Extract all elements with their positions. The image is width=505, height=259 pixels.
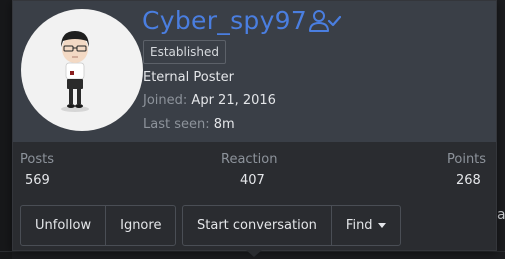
find-dropdown-button[interactable]: Find [330, 206, 400, 245]
member-tooltip-card: Cyber_spy97 Established Eternal Poster J… [12, 0, 497, 251]
avatar-figure-icon [61, 31, 89, 112]
avatar[interactable] [21, 9, 143, 131]
start-conversation-button[interactable]: Start conversation [183, 206, 331, 245]
find-label: Find [345, 218, 373, 233]
stat-posts-label: Posts [20, 152, 54, 167]
stat-reaction-label: Reaction [221, 152, 278, 167]
background-panel [0, 0, 12, 259]
tooltip-pointer [246, 250, 262, 257]
user-banner-badge: Established [143, 40, 227, 64]
last-seen-line: Last seen: 8m [143, 117, 235, 132]
stat-reaction-value: 407 [240, 173, 265, 188]
conversation-find-group: Start conversation Find [182, 205, 401, 246]
unfollow-button[interactable]: Unfollow [21, 206, 105, 245]
stat-points-label: Points [447, 152, 487, 167]
user-check-icon[interactable] [309, 9, 341, 33]
ignore-button[interactable]: Ignore [105, 206, 175, 245]
joined-label: Joined: [143, 93, 188, 108]
joined-line: Joined: Apr 21, 2016 [143, 93, 276, 108]
user-title: Eternal Poster [143, 70, 234, 85]
username[interactable]: Cyber_spy97 [142, 6, 307, 35]
caret-down-icon [377, 223, 386, 228]
joined-value: Apr 21, 2016 [191, 93, 276, 108]
stat-points-value[interactable]: 268 [456, 173, 481, 188]
last-seen-value: 8m [213, 117, 235, 132]
follow-ignore-group: Unfollow Ignore [20, 205, 177, 246]
last-seen-label: Last seen: [143, 117, 210, 132]
stat-posts-value[interactable]: 569 [25, 173, 50, 188]
background-text-fragment: a [497, 207, 505, 223]
